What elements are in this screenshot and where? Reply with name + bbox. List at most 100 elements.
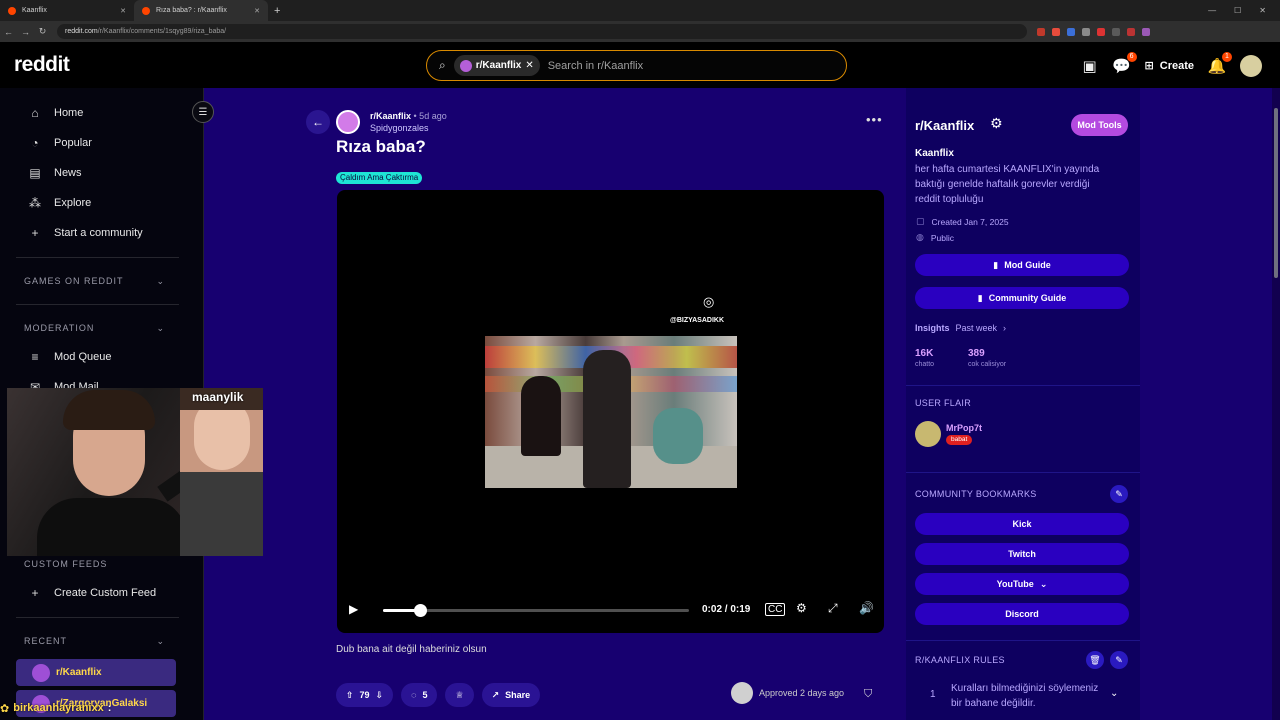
mod-guide-button[interactable]: ▮ Mod Guide	[915, 254, 1129, 276]
back-nav-icon[interactable]: ←	[0, 27, 17, 37]
video-player[interactable]: ◎ @BIZYASADIKK ▶ 0:02 / 0:19 CC ⚙ ⤢ 🔊	[337, 190, 884, 633]
flair-tag[interactable]: babat	[946, 435, 973, 445]
created-row: ▢ Created Jan 7, 2025	[916, 216, 1009, 227]
extension-icon[interactable]	[1127, 27, 1135, 36]
approved-text: Approved 2 days ago	[759, 688, 845, 698]
notif-badge: 1	[1222, 51, 1232, 62]
edit-bookmarks-icon[interactable]: ✎	[1110, 485, 1128, 503]
award-button[interactable]: ♕	[445, 683, 474, 707]
bookmark-youtube[interactable]: YouTube ⌄	[915, 573, 1129, 595]
edit-rules-icon[interactable]: ✎	[1110, 651, 1128, 669]
insights-period[interactable]: Past week	[956, 323, 998, 333]
fullscreen-icon[interactable]: ⤢	[828, 601, 838, 616]
notifications-icon[interactable]: 🔔 1	[1208, 51, 1232, 75]
browser-tab-post[interactable]: Rıza baba? : r/Kaanflix ✕	[134, 0, 268, 21]
create-button[interactable]: ⊞ Create	[1144, 59, 1194, 73]
mod-shield-icon[interactable]: ⛉	[864, 688, 872, 701]
approval-status: Approved 2 days ago	[731, 682, 844, 704]
minimize-icon[interactable]: —	[1208, 6, 1216, 15]
community-name: Kaanflix	[915, 148, 954, 159]
visibility-text: Public	[930, 232, 955, 243]
author-link[interactable]: Spidygonzales	[370, 123, 447, 134]
tab-label: Rıza baba? : r/Kaanflix	[156, 7, 227, 14]
plus-icon: ⊞	[1144, 60, 1154, 72]
post-meta: r/Kaanflix • 5d ago Spidygonzales	[370, 111, 447, 134]
bookmark-discord[interactable]: Discord	[915, 603, 1129, 625]
captions-icon[interactable]: CC	[765, 603, 786, 616]
sidebar-item-news[interactable]: ▤ News	[0, 158, 203, 188]
post-title: Rıza baba?	[336, 137, 426, 156]
chevron-down-icon[interactable]: ⌄	[1110, 688, 1118, 699]
advertise-icon[interactable]: ▣	[1081, 57, 1099, 75]
subreddit-avatar[interactable]	[336, 110, 360, 134]
bookmarks-heading: COMMUNITY BOOKMARKS	[915, 489, 1037, 499]
bookmark-kick[interactable]: Kick	[915, 513, 1129, 535]
recent-item-label: r/Kaanflix	[56, 667, 102, 678]
more-options-icon[interactable]: •••	[866, 112, 883, 127]
games-section-toggle[interactable]: GAMES ON REDDIT ⌄	[0, 267, 203, 295]
maximize-icon[interactable]: ☐	[1234, 6, 1241, 15]
extension-icon[interactable]	[1112, 27, 1120, 36]
reddit-favicon-icon	[142, 6, 150, 15]
search-bar[interactable]: ⌕ r/Kaanflix ✕ Search in r/Kaanflix	[426, 50, 847, 81]
user-avatar[interactable]	[1240, 54, 1262, 77]
search-input[interactable]: Search in r/Kaanflix	[548, 60, 643, 72]
comments-button[interactable]: ◌ 5	[401, 683, 438, 707]
sidebar-item-label: Home	[54, 107, 84, 119]
progress-knob[interactable]	[413, 604, 427, 617]
sidebar-item-explore[interactable]: ⁂ Explore	[0, 188, 203, 218]
flair-username[interactable]: MrPop7t	[946, 423, 982, 433]
sidebar-item-create-feed[interactable]: + Create Custom Feed	[0, 578, 203, 608]
trash-icon[interactable]: 🗑	[1086, 651, 1104, 669]
comment-count: 5	[422, 690, 428, 700]
play-icon[interactable]: ▶	[349, 602, 358, 616]
extension-icon[interactable]	[1067, 27, 1075, 36]
sidebar-item-start-community[interactable]: + Start a community	[0, 218, 203, 248]
globe-icon: ◍	[916, 232, 924, 242]
reddit-logo[interactable]: reddit	[14, 53, 70, 77]
extension-icon[interactable]	[1037, 27, 1045, 36]
extension-icon[interactable]	[1082, 27, 1090, 36]
close-tab-icon[interactable]: ✕	[120, 7, 126, 15]
community-guide-button[interactable]: ▮ Community Guide	[915, 287, 1129, 309]
chat-icon[interactable]: 💬 6	[1112, 51, 1137, 75]
post-flair[interactable]: Çaldım Ama Çaktırma	[336, 172, 423, 184]
reload-icon[interactable]: ↻	[34, 26, 51, 37]
close-tab-icon[interactable]: ✕	[254, 7, 260, 15]
moderation-section-toggle[interactable]: MODERATION ⌄	[0, 314, 203, 342]
mod-tools-button[interactable]: Mod Tools	[1071, 114, 1128, 136]
sidebar-item-home[interactable]: ⌂ Home	[0, 98, 203, 128]
chip-close-icon[interactable]: ✕	[525, 60, 533, 71]
forward-nav-icon[interactable]: →	[17, 27, 34, 37]
extension-icon[interactable]	[1052, 27, 1060, 36]
collapse-sidebar-button[interactable]: ☰	[192, 101, 214, 123]
browser-tab-kaanflix[interactable]: Kaanflix ✕	[0, 0, 134, 21]
popular-icon: ◔	[31, 136, 39, 150]
close-window-icon[interactable]: ✕	[1259, 6, 1266, 15]
share-button[interactable]: ↗ Share	[481, 683, 541, 707]
rail-subreddit-title[interactable]: r/Kaanflix	[915, 118, 974, 133]
address-bar[interactable]: reddit.com/r/Kaanflix/comments/1sqyg89/r…	[57, 24, 1027, 39]
divider	[906, 640, 1140, 641]
recent-section-toggle[interactable]: RECENT ⌄	[0, 627, 203, 655]
volume-icon[interactable]: 🔊	[859, 601, 874, 615]
extension-icon[interactable]	[1097, 27, 1105, 36]
upvote-icon[interactable]: ⇧	[346, 690, 354, 701]
subreddit-settings-icon[interactable]: ⚙	[990, 115, 1003, 132]
scrollbar-thumb[interactable]	[1274, 108, 1278, 278]
rule-text[interactable]: Kuralları bilmediğinizi söylemeniz bir b…	[951, 681, 1101, 711]
subreddit-link[interactable]: r/Kaanflix	[370, 111, 411, 121]
settings-icon[interactable]: ⚙	[796, 601, 807, 615]
search-scope-chip[interactable]: r/Kaanflix ✕	[453, 55, 540, 76]
sidebar-item-popular[interactable]: ◔ Popular	[0, 128, 203, 158]
new-tab-icon[interactable]: +	[268, 5, 286, 17]
scrollbar[interactable]	[1272, 88, 1280, 720]
video-progress-bar[interactable]	[383, 604, 689, 617]
profile-icon[interactable]	[1142, 27, 1150, 36]
insights-link[interactable]: Insights Past week ›	[915, 323, 1006, 333]
sidebar-item-mod-queue[interactable]: ≡ Mod Queue	[0, 342, 203, 372]
back-button[interactable]: ←	[306, 110, 330, 134]
bookmark-twitch[interactable]: Twitch	[915, 543, 1129, 565]
downvote-icon[interactable]: ⇩	[376, 690, 384, 701]
recent-item[interactable]: r/Kaanflix	[16, 659, 176, 686]
